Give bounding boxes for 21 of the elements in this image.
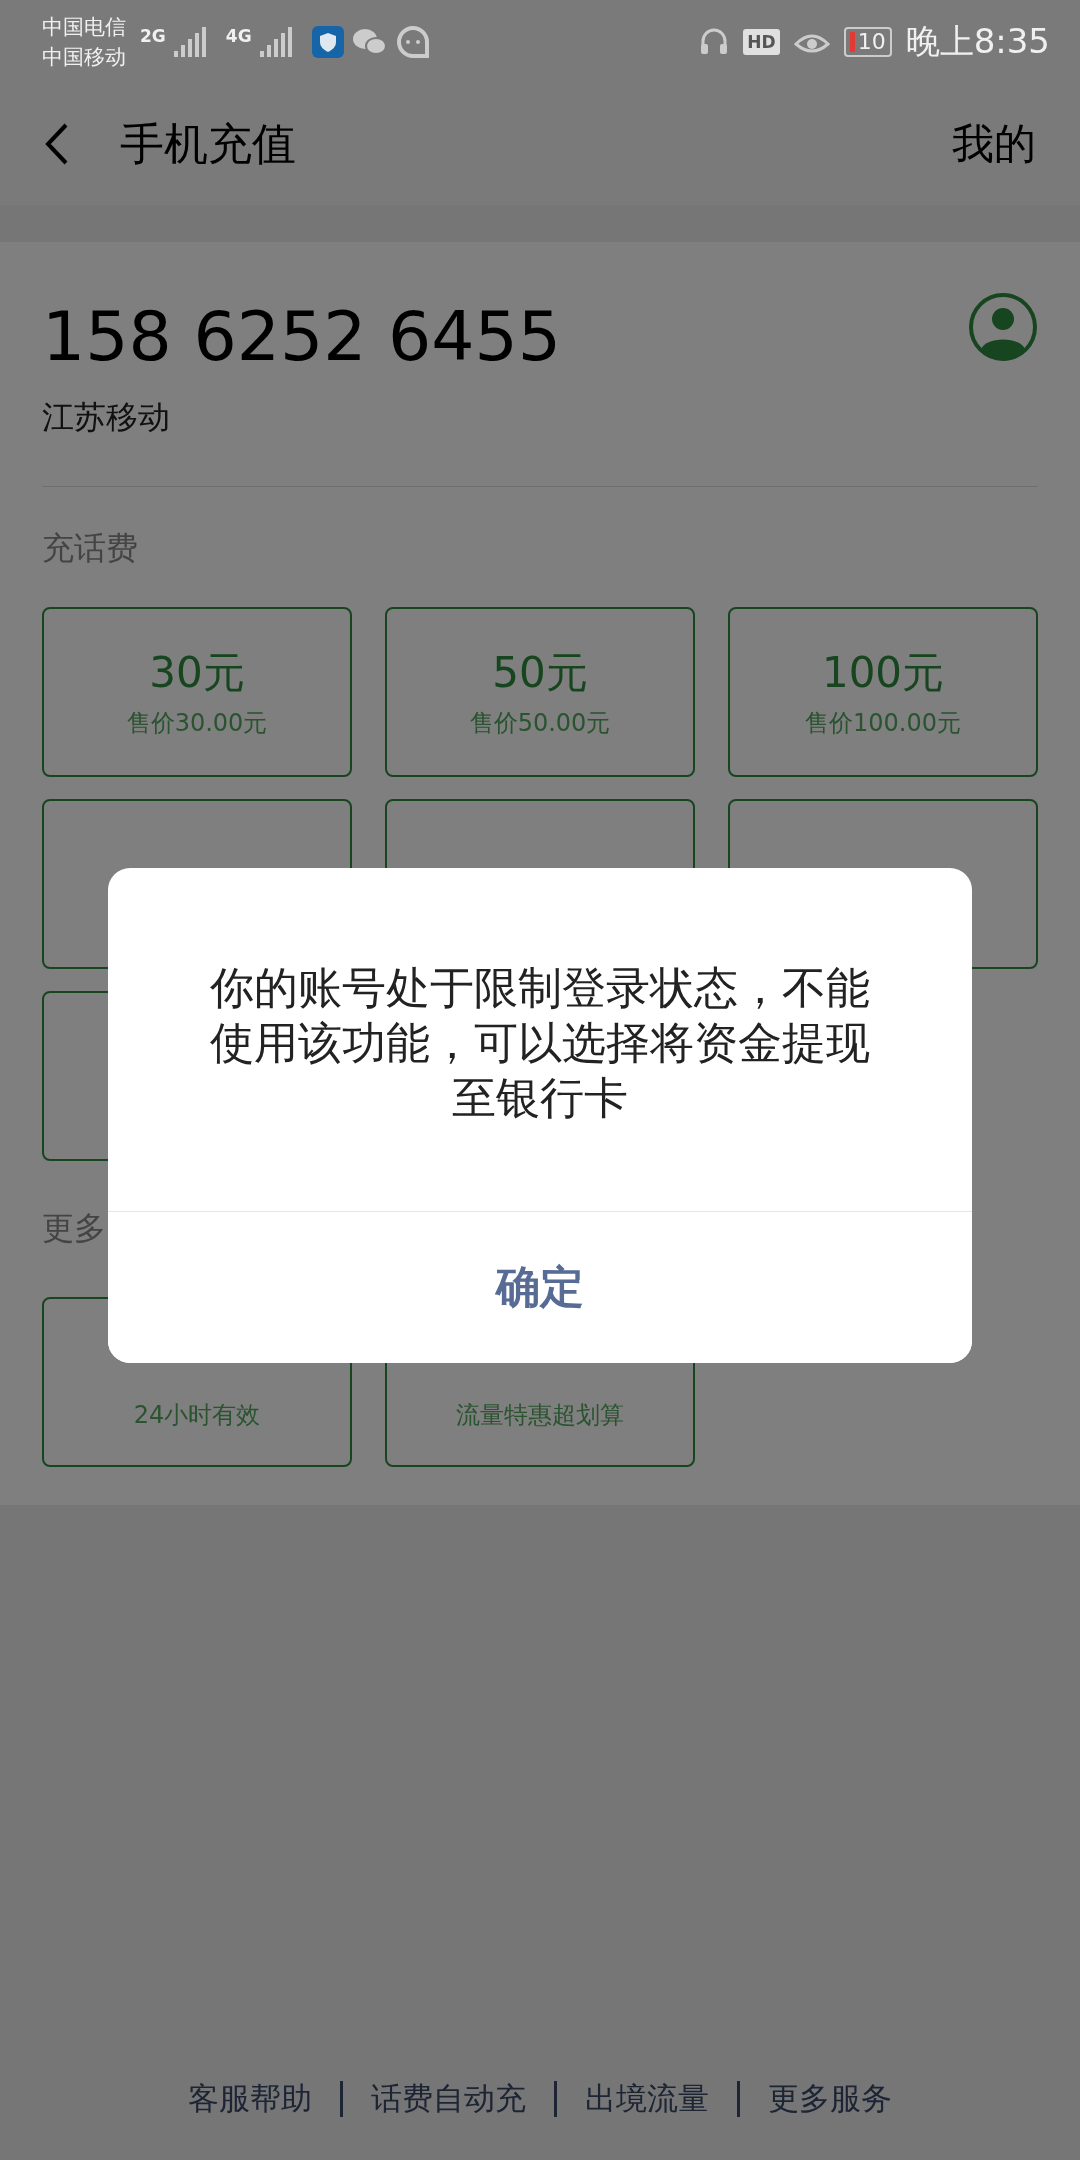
price: 24小时有效 — [133, 1400, 261, 1431]
amount: 50元 — [492, 647, 588, 699]
carrier-name: 中国移动 — [42, 43, 126, 71]
hd-badge: HD — [743, 28, 780, 55]
network-type: 2G — [140, 25, 166, 46]
page-title: 手机充值 — [120, 116, 297, 171]
price: 售价100.00元 — [805, 708, 961, 739]
amount: 30元 — [149, 647, 245, 699]
battery-level: 10 — [857, 29, 886, 54]
carrier-label: 江苏移动 — [42, 397, 171, 438]
phone-number: 158 6252 6455 — [42, 296, 562, 378]
section-label: 更多 — [42, 1208, 106, 1249]
price: 售价50.00元 — [469, 708, 611, 739]
price: 流量特惠超划算 — [456, 1400, 624, 1431]
carrier-name: 中国电信 — [42, 13, 126, 41]
amount: 100元 — [821, 647, 945, 699]
network-type: 4G — [225, 25, 252, 46]
dialog-message: 你的账号处于限制登录状态，不能使用该功能，可以选择将资金提现至银行卡 — [209, 961, 871, 1125]
price: 售价30.00元 — [126, 708, 268, 739]
clock: 晚上8:35 — [905, 19, 1050, 63]
section-label: 充话费 — [42, 528, 138, 569]
